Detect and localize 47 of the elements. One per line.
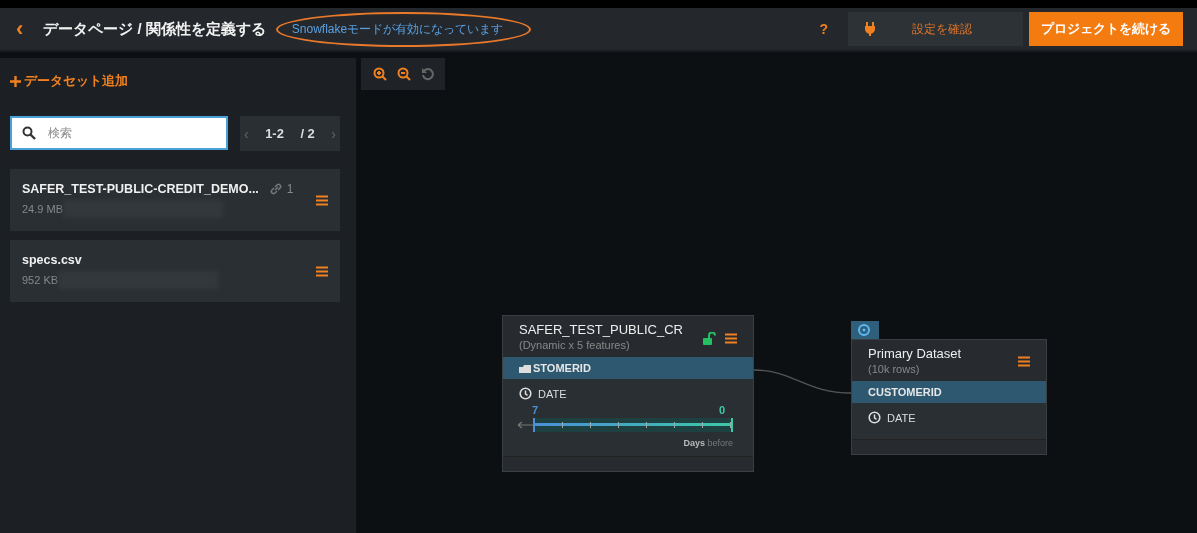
menu-icon[interactable]: [316, 194, 328, 206]
search-field[interactable]: 検索: [10, 116, 228, 150]
time-window-range[interactable]: [533, 418, 733, 432]
link-icon: [268, 182, 283, 196]
target-badge-icon: [851, 321, 879, 339]
join-key-label: STOMERID: [533, 362, 591, 374]
date-label: DATE: [538, 387, 567, 400]
menu-icon[interactable]: [316, 265, 328, 277]
highlighted-notice: Snowflakeモードが有効になっています: [275, 11, 532, 47]
dataset-card[interactable]: SAFER_TEST-PUBLIC-CREDIT_DEMO... 1 24.9 MB: [10, 169, 340, 231]
link-count: 1: [286, 182, 294, 196]
back-button[interactable]: ‹: [10, 16, 30, 42]
add-dataset-button[interactable]: データセット追加: [10, 72, 128, 90]
zoom-in-icon[interactable]: [373, 67, 387, 81]
reset-icon[interactable]: [421, 67, 435, 81]
dataset-name: specs.csv: [22, 253, 82, 267]
menu-icon[interactable]: [725, 333, 737, 344]
window-end-value: 0: [718, 404, 725, 416]
menu-icon[interactable]: [1018, 356, 1030, 367]
dataset-node[interactable]: Primary Dataset (10k rows) CUSTOMERID DATE: [851, 339, 1047, 455]
folder-icon: [519, 363, 531, 373]
clock-icon: [519, 387, 532, 400]
window-unit-label: Days before: [683, 438, 733, 448]
plus-icon: [10, 75, 21, 87]
dataset-card[interactable]: specs.csv 952 KB: [10, 240, 340, 302]
node-subtitle: (Dynamic x 5 features): [519, 339, 631, 351]
window-start-value: 7: [532, 404, 539, 416]
page-range: 1-2: [265, 126, 284, 141]
zoom-out-icon[interactable]: [397, 67, 411, 81]
search-icon: [22, 126, 36, 140]
date-label: DATE: [887, 411, 916, 424]
dataset-size: 24.9 MB: [22, 203, 63, 215]
join-key-label: CUSTOMERID: [868, 386, 942, 398]
node-title: Primary Dataset: [868, 346, 962, 361]
help-button[interactable]: ?: [813, 20, 834, 38]
page-title: データページ / 関係性を定義する: [43, 19, 266, 39]
node-title: SAFER_TEST_PUBLIC_CR: [519, 322, 683, 337]
dataset-node[interactable]: SAFER_TEST_PUBLIC_CR (Dynamic x 5 features) STOMERID DATE 7 0 Days before: [502, 315, 754, 472]
unlocked-icon: [703, 332, 717, 345]
dataset-name: SAFER_TEST-PUBLIC-CREDIT_DEMO...: [22, 182, 259, 196]
clock-icon: [868, 411, 881, 424]
left-arrow-icon: [518, 421, 533, 429]
plug-icon: [864, 22, 876, 36]
settings-button[interactable]: 設定を確認: [848, 12, 1023, 46]
dataset-size: 952 KB: [22, 274, 59, 286]
node-subtitle: (10k rows): [868, 363, 921, 375]
page-total: / 2: [300, 126, 315, 141]
